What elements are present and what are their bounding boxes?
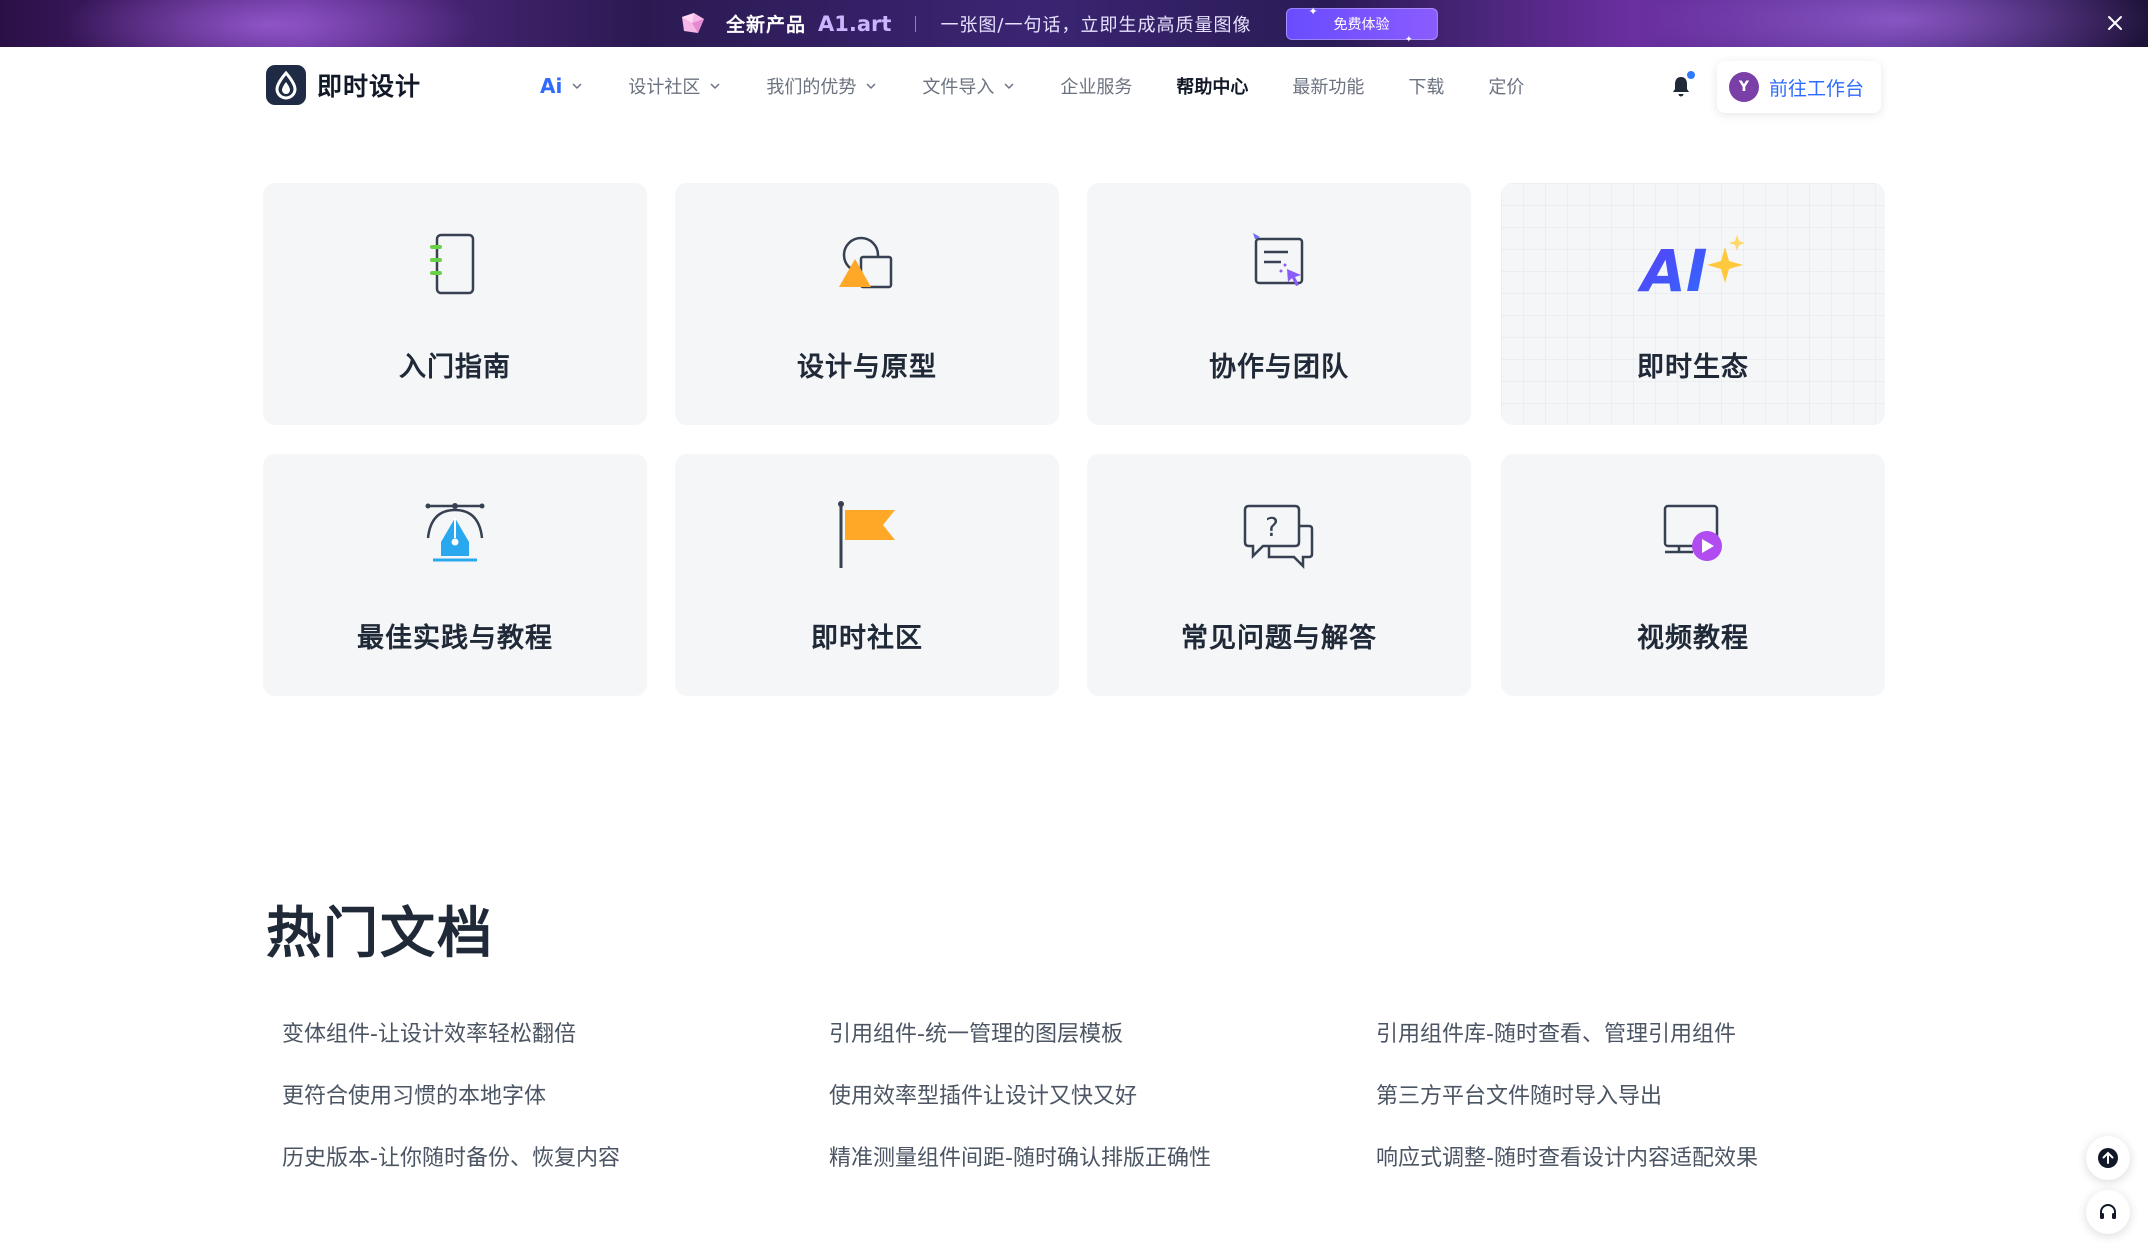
promo-brand[interactable]: A1.art: [818, 12, 891, 36]
chevron-down-icon: [572, 83, 582, 90]
question-chat-icon: ?: [1239, 496, 1319, 576]
category-label: 即时社区: [811, 623, 923, 654]
doc-link[interactable]: 引用组件库-随时查看、管理引用组件: [1376, 1016, 1736, 1048]
nav-label: 企业服务: [1060, 77, 1133, 98]
nav-label: 我们的优势: [766, 77, 857, 98]
category-card-community[interactable]: 即时社区: [675, 454, 1059, 696]
doc-link[interactable]: 历史版本-让你随时备份、恢复内容: [282, 1140, 620, 1172]
doc-link[interactable]: 使用效率型插件让设计又快又好: [829, 1078, 1137, 1110]
free-trial-button[interactable]: ✦ 免费体验 ✦: [1285, 4, 1438, 45]
logo-drop-icon: [266, 65, 306, 105]
collaboration-cursor-icon: [1239, 225, 1319, 305]
top-nav: 即时设计 Ai 设计社区 我们的优势 文件导入 企业服务 帮助中心 最新功能 下…: [0, 47, 2148, 125]
category-card-video-tutorials[interactable]: 视频教程: [1501, 454, 1885, 696]
main-nav: Ai 设计社区 我们的优势 文件导入 企业服务 帮助中心 最新功能 下载 定价: [540, 47, 1568, 125]
nav-item-new-features[interactable]: 最新功能: [1292, 73, 1364, 99]
chevron-down-icon: [866, 83, 876, 90]
avatar: Y: [1729, 72, 1759, 102]
promo-content: 全新产品 A1.art 一张图/一句话，立即生成高质量图像 ✦ 免费体验 ✦: [678, 0, 1438, 47]
category-label: 常见问题与解答: [1181, 623, 1377, 654]
nav-label: 文件导入: [922, 77, 995, 98]
promo-headline: 全新产品: [726, 14, 807, 36]
nav-item-ai[interactable]: Ai: [540, 74, 584, 98]
nav-label: 帮助中心: [1176, 77, 1249, 98]
category-card-ecosystem[interactable]: AI 即时生态: [1501, 183, 1885, 425]
ai-sparkle-icon: AI: [1633, 225, 1753, 305]
doc-link[interactable]: 第三方平台文件随时导入导出: [1376, 1078, 1662, 1110]
back-to-top-button[interactable]: [2086, 1136, 2130, 1180]
category-label: 入门指南: [399, 352, 511, 383]
promo-tagline: 一张图/一句话，立即生成高质量图像: [940, 14, 1252, 36]
category-card-getting-started[interactable]: 入门指南: [263, 183, 647, 425]
gem-icon: [678, 11, 706, 37]
pen-tool-icon: [415, 496, 495, 576]
nav-label: 最新功能: [1292, 77, 1365, 98]
category-card-collaboration[interactable]: 协作与团队: [1087, 183, 1471, 425]
chevron-down-icon: [1004, 83, 1014, 90]
doc-link[interactable]: 更符合使用习惯的本地字体: [282, 1078, 546, 1110]
headset-icon: [2100, 1204, 2116, 1219]
svg-text:?: ?: [1265, 513, 1279, 543]
customer-service-button[interactable]: [2086, 1190, 2130, 1234]
hot-docs-title: 热门文档: [266, 901, 495, 965]
promo-divider: [915, 15, 917, 32]
nav-item-file-import[interactable]: 文件导入: [922, 73, 1016, 99]
category-label: 即时生态: [1637, 352, 1749, 383]
workbench-label: 前往工作台: [1769, 77, 1865, 100]
nav-item-advantages[interactable]: 我们的优势: [766, 73, 878, 99]
doc-link[interactable]: 变体组件-让设计效率轻松翻倍: [282, 1016, 576, 1048]
notification-dot: [1687, 71, 1695, 79]
doc-link[interactable]: 引用组件-统一管理的图层模板: [829, 1016, 1123, 1048]
notebook-icon: [415, 225, 495, 305]
nav-item-pricing[interactable]: 定价: [1488, 73, 1524, 99]
category-label: 视频教程: [1637, 623, 1749, 654]
free-trial-label: 免费体验: [1333, 16, 1390, 33]
category-label: 协作与团队: [1209, 352, 1349, 383]
category-label: 最佳实践与教程: [357, 623, 553, 654]
category-card-best-practices[interactable]: 最佳实践与教程: [263, 454, 647, 696]
nav-item-help-center[interactable]: 帮助中心: [1176, 73, 1248, 99]
banner-glow-left: [60, 0, 480, 47]
close-icon[interactable]: [2102, 10, 2128, 36]
doc-link[interactable]: 响应式调整-随时查看设计内容适配效果: [1376, 1140, 1758, 1172]
nav-item-download[interactable]: 下载: [1408, 73, 1444, 99]
nav-item-design-community[interactable]: 设计社区: [628, 73, 722, 99]
chevron-down-icon: [710, 83, 720, 90]
video-play-icon: [1653, 496, 1733, 576]
nav-label: 下载: [1408, 77, 1445, 98]
banner-glow-right: [1640, 0, 2148, 47]
svg-text:AI: AI: [1637, 237, 1707, 305]
promo-banner: 全新产品 A1.art 一张图/一句话，立即生成高质量图像 ✦ 免费体验 ✦: [0, 0, 2148, 47]
logo[interactable]: 即时设计: [266, 65, 421, 105]
nav-label: 设计社区: [628, 77, 701, 98]
shapes-icon: [827, 225, 907, 305]
logo-text: 即时设计: [317, 72, 422, 101]
nav-label: 定价: [1488, 77, 1525, 98]
sparkle-icon: ✦: [1308, 4, 1318, 18]
go-to-workbench-button[interactable]: Y 前往工作台: [1717, 61, 1881, 113]
nav-item-enterprise[interactable]: 企业服务: [1060, 73, 1132, 99]
nav-label: Ai: [540, 74, 563, 98]
category-card-design-prototype[interactable]: 设计与原型: [675, 183, 1059, 425]
category-card-faq[interactable]: ? 常见问题与解答: [1087, 454, 1471, 696]
doc-link[interactable]: 精准测量组件间距-随时确认排版正确性: [829, 1140, 1211, 1172]
category-label: 设计与原型: [797, 352, 937, 383]
flag-icon: [827, 496, 907, 576]
sparkle-icon: ✦: [1404, 34, 1413, 45]
arrow-up-icon: [2098, 1148, 2118, 1168]
